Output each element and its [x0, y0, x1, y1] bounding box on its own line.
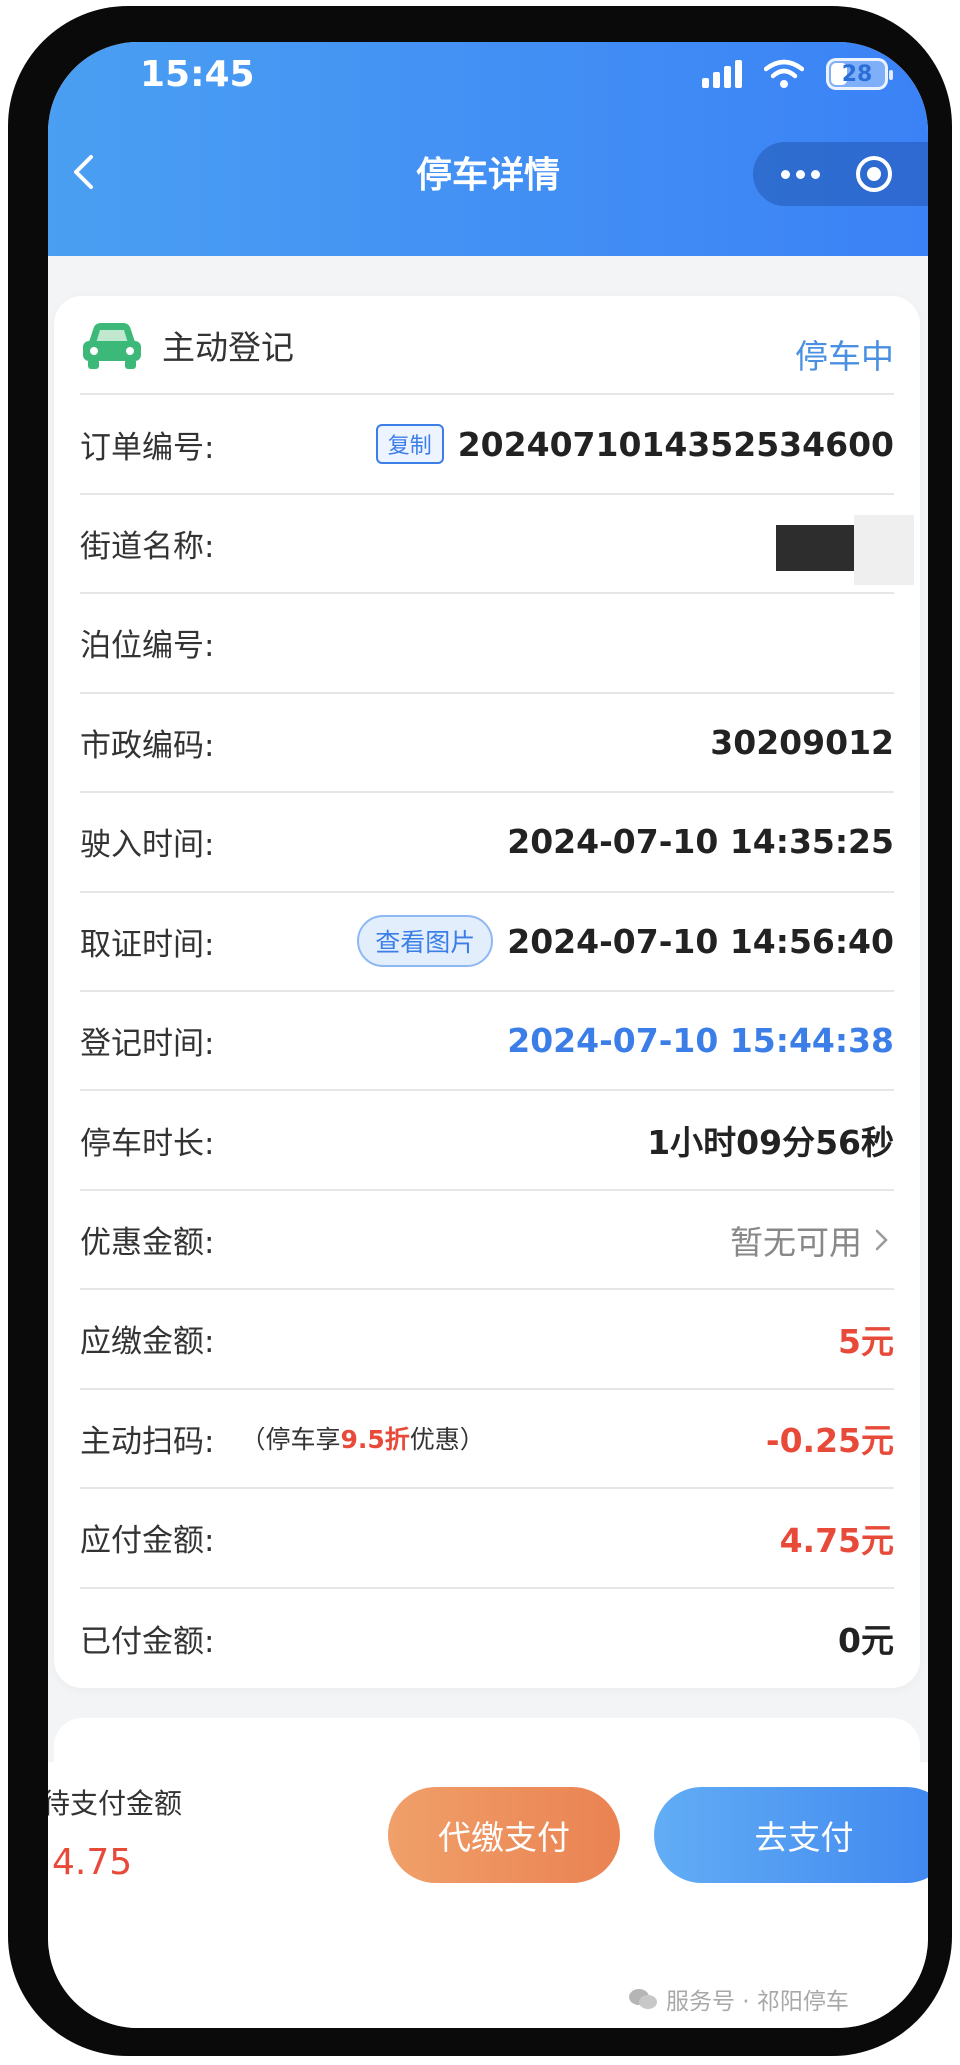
row-order-number: 订单编号: 复制 20240710143525346​00 — [80, 395, 894, 495]
row-label: 登记时间: — [80, 1026, 215, 1063]
battery-level: 28 — [841, 61, 873, 87]
scan-discount-amount: -0.25元 — [765, 1421, 894, 1461]
card-header: 主动登记 停车中 — [80, 296, 894, 396]
municipal-code: 30209012 — [710, 722, 894, 762]
redacted-fade — [854, 514, 914, 585]
row-entry-time: 驶入时间: 2024-07-10 14:35:25 — [80, 793, 894, 893]
status-icons: 28 — [702, 58, 893, 90]
order-number: 20240710143525346​00 — [457, 424, 894, 464]
row-scan-discount: 主动扫码: （停车享9.5折优惠） -0.25元 — [80, 1390, 894, 1490]
copy-button[interactable]: 复制 — [375, 424, 444, 465]
miniprogram-capsule — [753, 142, 928, 206]
row-discount[interactable]: 优惠金额: 暂无可用 — [80, 1191, 894, 1291]
signal-icon — [702, 60, 742, 88]
row-label: 市政编码: — [80, 727, 215, 764]
screen: 15:45 28 停车详情 主动登记 停车中 订单编号: 复制 20240710… — [48, 42, 928, 2028]
more-icon[interactable] — [753, 142, 848, 206]
row-label: 应缴金额: — [80, 1324, 215, 1361]
pending-label: 待支付金额 — [48, 1787, 183, 1820]
chevron-right-icon — [875, 1229, 888, 1250]
wifi-icon — [764, 59, 804, 88]
row-label: 驶入时间: — [80, 827, 215, 864]
row-duration: 停车时长: 1小时09分56秒 — [80, 1091, 894, 1191]
card-head-title: 主动登记 — [162, 327, 294, 367]
watermark-text: 服务号 · 祁阳停车 — [666, 1989, 849, 2015]
row-evidence-time: 取证时间: 查看图片 2024-07-10 14:56:40 — [80, 893, 894, 992]
evidence-time: 2024-07-10 14:56:40 — [507, 921, 894, 961]
detail-card: 主动登记 停车中 订单编号: 复制 20240710143525346​00 街… — [54, 296, 920, 1688]
phone-frame: 15:45 28 停车详情 主动登记 停车中 订单编号: 复制 20240710… — [8, 6, 952, 2056]
row-label: 街道名称: — [80, 529, 215, 566]
wechat-icon — [629, 1989, 657, 2009]
redacted-block — [776, 524, 866, 571]
row-berth-number: 泊位编号: — [80, 594, 894, 694]
parking-duration: 1小时09分56秒 — [647, 1123, 894, 1163]
row-label: 泊位编号: — [80, 628, 215, 665]
view-photo-button[interactable]: 查看图片 — [357, 915, 494, 968]
row-label: 应付金额: — [80, 1523, 215, 1560]
pending-amount: 4.75 — [52, 1842, 133, 1883]
discount-value: 暂无可用 — [730, 1222, 862, 1262]
row-label: 优惠金额: — [80, 1225, 215, 1262]
due-amount: 5元 — [838, 1321, 894, 1361]
promo-note: （停车享9.5折优惠） — [240, 1425, 485, 1455]
car-icon — [83, 322, 141, 369]
row-label: 停车时长: — [80, 1125, 215, 1162]
status-time: 15:45 — [140, 54, 255, 95]
header: 15:45 28 停车详情 — [48, 42, 928, 256]
battery-icon: 28 — [826, 58, 893, 90]
row-payable-amount: 应付金额: 4.75元 — [80, 1489, 894, 1589]
row-due-amount: 应缴金额: 5元 — [80, 1290, 894, 1390]
row-register-time: 登记时间: 2024-07-10 15:44:38 — [80, 992, 894, 1092]
payable-amount: 4.75元 — [779, 1520, 894, 1560]
promo-highlight: 9.5折 — [340, 1425, 410, 1455]
row-label: 取证时间: — [80, 926, 215, 963]
proxy-pay-button[interactable]: 代缴支付 — [388, 1787, 620, 1883]
watermark: 服务号 · 祁阳停车 — [628, 1982, 849, 2016]
close-target-icon[interactable] — [856, 156, 892, 192]
pay-button[interactable]: 去支付 — [654, 1787, 928, 1883]
entry-time: 2024-07-10 14:35:25 — [507, 822, 894, 862]
parking-status: 停车中 — [795, 337, 894, 376]
row-label: 订单编号: — [80, 429, 215, 466]
row-label: 主动扫码: — [80, 1423, 215, 1460]
row-street-name: 街道名称: — [80, 495, 914, 595]
row-municipal-code: 市政编码: 30209012 — [80, 694, 894, 794]
register-time: 2024-07-10 15:44:38 — [507, 1021, 894, 1061]
